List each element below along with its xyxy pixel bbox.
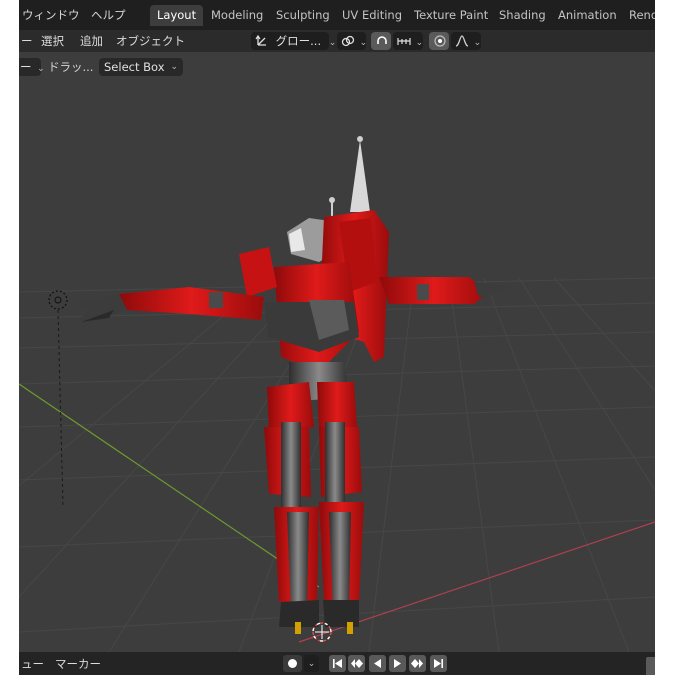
menu-add[interactable]: 追加	[80, 30, 103, 52]
next-keyframe-icon	[411, 659, 423, 668]
tab-animation[interactable]: Animation	[551, 5, 624, 26]
prev-keyframe-button[interactable]	[348, 655, 365, 672]
transform-orientation-label: グロー...	[275, 34, 322, 48]
chevron-down-icon: ⌄	[359, 38, 368, 48]
tool-header: ー ⌄ ドラッ... Select Box ⌄	[19, 52, 655, 82]
jump-end-icon	[434, 659, 443, 668]
timeline-header: ュー マーカー ⌄	[19, 652, 655, 675]
tab-uv-editing[interactable]: UV Editing	[335, 5, 409, 26]
tab-rendering[interactable]: Rende	[622, 5, 655, 26]
timeline-menu-view-fragment[interactable]: ュー	[21, 653, 44, 675]
falloff-icon	[455, 35, 469, 47]
3d-viewport[interactable]	[19, 82, 655, 652]
jump-start-icon	[333, 659, 342, 668]
snap-toggle[interactable]	[371, 32, 391, 50]
tab-texture-paint[interactable]: Texture Paint	[407, 5, 495, 26]
timeline-menu-marker[interactable]: マーカー	[55, 653, 101, 675]
tab-layout[interactable]: Layout	[150, 5, 204, 26]
tab-modeling[interactable]: Modeling	[204, 5, 270, 26]
chevron-down-icon: ⌄	[473, 38, 482, 48]
blender-window: ウィンドウ ヘルプ Layout Modeling Sculpting UV E…	[19, 0, 655, 675]
menu-select[interactable]: 選択	[41, 30, 64, 52]
pivot-point-dropdown[interactable]: ⌄	[337, 32, 368, 50]
keying-dropdown[interactable]: ⌄	[304, 655, 319, 672]
viewport-canvas[interactable]	[19, 82, 655, 652]
mode-dropdown-fragment[interactable]: ー ⌄	[19, 58, 45, 76]
select-box-dropdown[interactable]: Select Box ⌄	[99, 58, 183, 76]
chevron-down-icon: ⌄	[307, 659, 316, 669]
menu-window[interactable]: ウィンドウ	[22, 0, 80, 30]
chevron-down-icon: ⌄	[170, 62, 178, 72]
play-icon	[394, 659, 401, 668]
top-bar: ウィンドウ ヘルプ Layout Modeling Sculpting UV E…	[19, 0, 655, 30]
snap-increment-icon	[397, 38, 411, 45]
scrollbar-fragment[interactable]	[646, 657, 655, 675]
tab-sculpting[interactable]: Sculpting	[269, 5, 337, 26]
light-icon[interactable]	[48, 290, 68, 508]
menu-object[interactable]: オブジェクト	[116, 30, 185, 52]
transform-orientation-icon	[255, 34, 266, 46]
jump-start-button[interactable]	[329, 655, 346, 672]
snap-target-dropdown[interactable]: ⌄	[393, 32, 423, 50]
play-button[interactable]	[389, 655, 406, 672]
proportional-falloff-dropdown[interactable]: ⌄	[451, 32, 481, 50]
drag-label: ドラッ...	[48, 60, 94, 74]
menu-view-fragment[interactable]: ー	[21, 30, 33, 52]
proportional-edit-toggle[interactable]	[429, 32, 449, 50]
select-box-label: Select Box	[104, 60, 165, 74]
transform-orientation-dropdown[interactable]: グロー... ⌄	[251, 32, 336, 50]
viewport-header: ー 選択 追加 オブジェクト グロー... ⌄ ⌄ ⌄ ⌄	[19, 30, 655, 52]
prev-keyframe-icon	[351, 659, 363, 668]
record-icon	[288, 659, 297, 668]
chevron-down-icon: ⌄	[415, 38, 424, 48]
play-reverse-icon	[374, 659, 381, 668]
snap-icon	[377, 36, 387, 44]
mode-label: ー	[20, 60, 32, 74]
pivot-icon	[341, 35, 355, 47]
record-button[interactable]	[283, 655, 302, 672]
play-reverse-button[interactable]	[369, 655, 386, 672]
next-keyframe-button[interactable]	[409, 655, 426, 672]
tab-shading[interactable]: Shading	[492, 5, 553, 26]
chevron-down-icon: ⌄	[328, 38, 337, 48]
chevron-down-icon: ⌄	[37, 64, 45, 74]
proportional-edit-icon	[434, 35, 446, 47]
jump-end-button[interactable]	[430, 655, 447, 672]
menu-help[interactable]: ヘルプ	[91, 0, 126, 30]
